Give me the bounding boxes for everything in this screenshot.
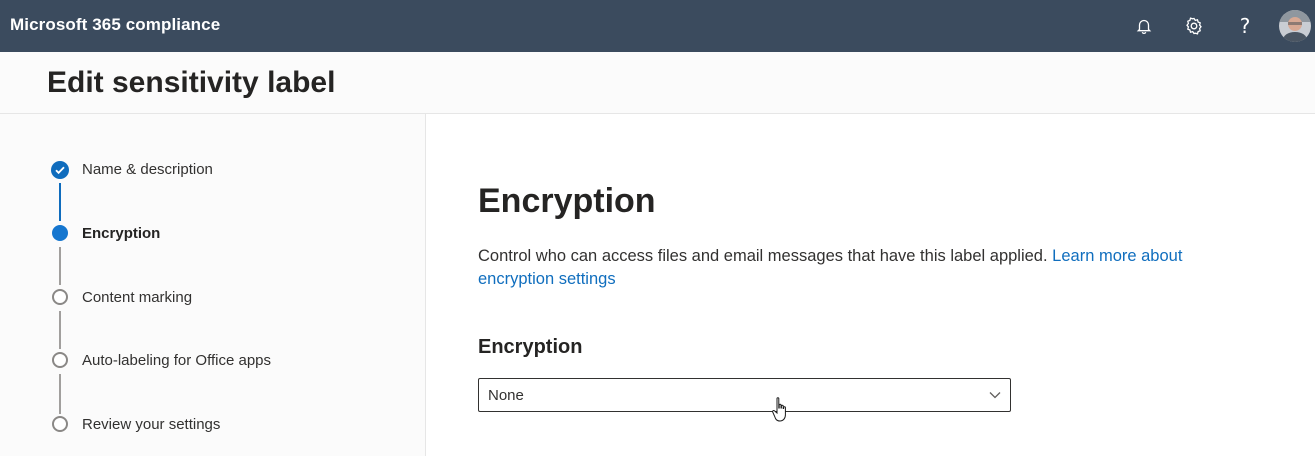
- step-auto-labeling[interactable]: Auto-labeling for Office apps: [82, 352, 271, 369]
- encryption-field-label: Encryption: [478, 336, 583, 358]
- step-connector: [59, 374, 61, 414]
- step-complete-checkmark-icon: [51, 161, 69, 179]
- chevron-down-icon: [989, 392, 1001, 399]
- step-encryption[interactable]: Encryption: [82, 225, 160, 242]
- gear-icon[interactable]: [1180, 12, 1208, 40]
- step-connector: [59, 247, 61, 285]
- step-pending-indicator: [52, 416, 68, 432]
- description-text: Control who can access files and email m…: [478, 247, 1048, 265]
- step-pending-indicator: [52, 289, 68, 305]
- avatar[interactable]: [1279, 10, 1311, 42]
- step-current-indicator: [52, 225, 68, 241]
- help-icon[interactable]: ?: [1231, 12, 1259, 40]
- step-content-marking[interactable]: Content marking: [82, 289, 192, 306]
- step-connector: [59, 311, 61, 349]
- section-description: Control who can access files and email m…: [478, 245, 1208, 291]
- app-title[interactable]: Microsoft 365 compliance: [10, 15, 220, 35]
- encryption-dropdown[interactable]: None: [478, 378, 1011, 412]
- dropdown-selected-value: None: [488, 387, 524, 404]
- help-glyph: ?: [1239, 14, 1251, 38]
- step-connector-complete: [59, 183, 61, 221]
- step-pending-indicator: [52, 352, 68, 368]
- page-title: Edit sensitivity label: [47, 66, 336, 99]
- step-name-description[interactable]: Name & description: [82, 161, 213, 178]
- section-title: Encryption: [478, 182, 656, 220]
- bell-icon[interactable]: [1130, 12, 1158, 40]
- page-header: Edit sensitivity label: [0, 52, 1315, 114]
- wizard-steps-panel: Name & description Encryption Content ma…: [0, 114, 426, 456]
- main-content: Encryption Control who can access files …: [427, 114, 1315, 456]
- top-navigation-bar: Microsoft 365 compliance ?: [0, 0, 1315, 52]
- step-review-settings[interactable]: Review your settings: [82, 416, 220, 433]
